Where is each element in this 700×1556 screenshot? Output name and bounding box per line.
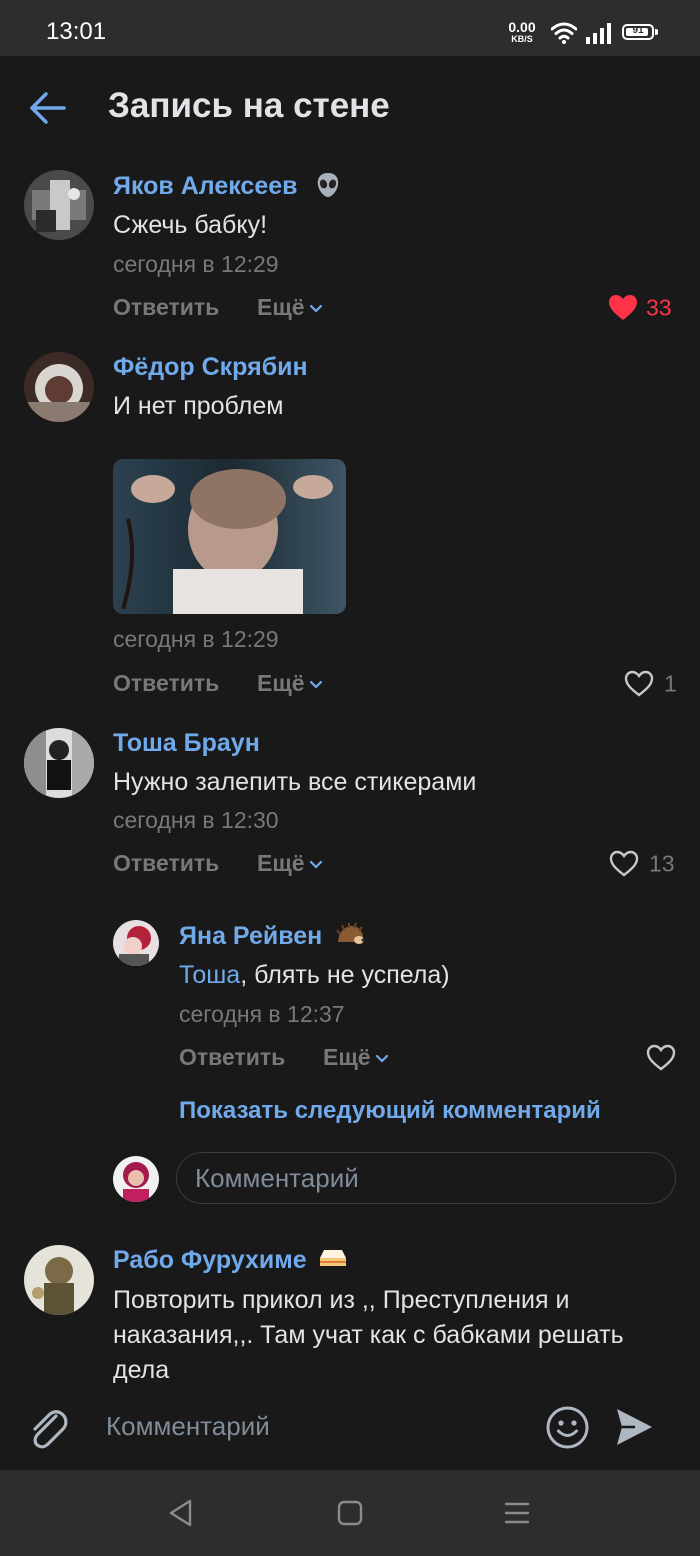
- comment-date: сегодня в 12:29: [113, 626, 279, 652]
- page-title: Запись на стене: [108, 86, 390, 125]
- comment-author[interactable]: Фёдор Скрябин: [113, 353, 308, 382]
- more-button[interactable]: Ещё: [257, 850, 323, 877]
- comment-text-line: дела: [113, 1356, 170, 1384]
- more-button[interactable]: Ещё: [323, 1044, 389, 1071]
- reply-button[interactable]: Ответить: [113, 670, 219, 697]
- heart-outline-icon: [646, 1045, 676, 1071]
- cake-emoji-icon: [320, 1250, 346, 1266]
- heart-outline-icon: [624, 671, 654, 697]
- reply-date: сегодня в 12:37: [179, 1001, 345, 1027]
- comment-text-line: Повторить прикол из ,, Преступления и: [113, 1286, 570, 1314]
- comment-input[interactable]: [88, 1404, 528, 1448]
- reply-comment-field[interactable]: [176, 1152, 676, 1204]
- comment-date: сегодня в 12:29: [113, 251, 279, 277]
- network-speed-value: 0.00: [508, 19, 536, 35]
- show-next-comment-link[interactable]: Показать следующий комментарий: [179, 1097, 601, 1125]
- more-label: Ещё: [323, 1044, 371, 1070]
- comment-text: И нет проблем: [113, 392, 284, 420]
- avatar[interactable]: [24, 352, 94, 422]
- avatar[interactable]: [24, 170, 94, 240]
- more-label: Ещё: [257, 670, 305, 696]
- reply-button[interactable]: Ответить: [113, 294, 219, 321]
- reply-author[interactable]: Яна Рейвен: [179, 922, 322, 951]
- like-button[interactable]: 1: [624, 669, 677, 697]
- nav-back-icon[interactable]: [167, 1498, 195, 1528]
- comment-author[interactable]: Рабо Фурухиме: [113, 1246, 307, 1275]
- mention-link[interactable]: Тоша: [179, 961, 240, 989]
- avatar[interactable]: [24, 1245, 94, 1315]
- hedgehog-emoji-icon: [336, 922, 365, 944]
- network-speed-unit: KB/S: [511, 34, 533, 44]
- battery-icon: 91: [622, 24, 654, 40]
- alien-emoji-icon: [317, 173, 339, 197]
- comment-text-line: наказания,,. Там учат как с бабками реша…: [113, 1321, 624, 1349]
- avatar[interactable]: [24, 728, 94, 798]
- comment-date: сегодня в 12:30: [113, 807, 279, 833]
- chevron-down-icon: [375, 1054, 388, 1063]
- comment-author[interactable]: Яков Алексеев: [113, 172, 298, 201]
- like-count: 1: [664, 670, 677, 697]
- wifi-icon: [551, 22, 577, 44]
- comment-photo[interactable]: [113, 459, 346, 614]
- status-time: 13:01: [46, 18, 107, 45]
- smile-icon[interactable]: [545, 1405, 590, 1450]
- like-count: 13: [649, 850, 675, 877]
- nav-home-icon[interactable]: [337, 1500, 363, 1526]
- battery-level: 91: [632, 25, 644, 36]
- chevron-down-icon: [309, 304, 322, 313]
- reply-text-body: , блять не успела): [240, 961, 450, 989]
- signal-icon: [586, 23, 611, 44]
- my-avatar: [113, 1156, 159, 1202]
- heart-filled-icon: [609, 295, 637, 321]
- like-count: 33: [646, 294, 672, 321]
- back-button[interactable]: [24, 86, 76, 130]
- comment-author[interactable]: Тоша Браун: [113, 729, 260, 758]
- arrow-left-icon: [30, 92, 66, 124]
- paperclip-icon[interactable]: [26, 1404, 70, 1450]
- reply-comment-input[interactable]: [177, 1153, 675, 1203]
- nav-menu-icon[interactable]: [503, 1500, 531, 1526]
- chevron-down-icon: [309, 680, 322, 689]
- reply-button[interactable]: Ответить: [113, 850, 219, 877]
- more-label: Ещё: [257, 850, 305, 876]
- chevron-down-icon: [309, 860, 322, 869]
- comment-text: Сжечь бабку!: [113, 211, 268, 239]
- more-button[interactable]: Ещё: [257, 670, 323, 697]
- reply-text: Тоша, блять не успела): [179, 961, 450, 990]
- battery-cap: [655, 29, 658, 35]
- reply-button[interactable]: Ответить: [179, 1044, 285, 1071]
- more-button[interactable]: Ещё: [257, 294, 323, 321]
- avatar[interactable]: [113, 920, 159, 966]
- send-icon[interactable]: [613, 1406, 655, 1448]
- comment-text: Нужно залепить все стикерами: [113, 768, 477, 796]
- heart-outline-icon: [609, 851, 639, 877]
- network-speed: 0.00 KB/S: [506, 19, 538, 44]
- like-button[interactable]: 33: [608, 293, 672, 321]
- more-label: Ещё: [257, 294, 305, 320]
- comment-field[interactable]: [88, 1404, 528, 1448]
- like-button[interactable]: [646, 1043, 676, 1071]
- like-button[interactable]: 13: [609, 849, 675, 877]
